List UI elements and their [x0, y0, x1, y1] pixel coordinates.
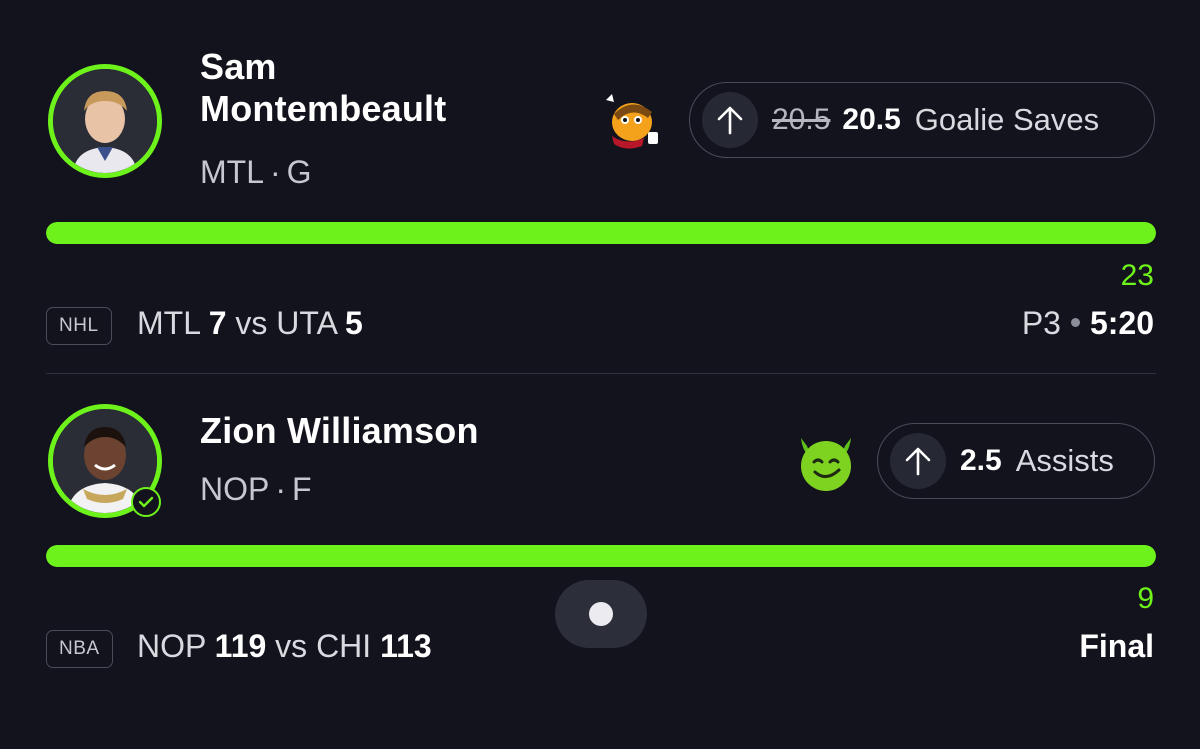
- arrow-up-icon: [890, 433, 946, 489]
- player-name: Zion Williamson: [200, 410, 479, 451]
- player-name-line1: Sam: [200, 46, 277, 87]
- player-team-position: NOP · F: [200, 471, 312, 507]
- away-team: CHI: [316, 628, 372, 664]
- home-score: 7: [208, 305, 227, 341]
- league-badge: NHL: [46, 307, 112, 345]
- player-card-2[interactable]: Zion Williamson NOP · F 2.5 Assists 9 NBA …: [0, 374, 1200, 749]
- player-team-position: MTL · G: [200, 154, 312, 190]
- player-name-line2: Montembeault: [200, 88, 447, 129]
- player-name: Sam Montembeault: [200, 46, 446, 130]
- progress-bar: [46, 545, 1156, 567]
- away-score: 5: [345, 305, 363, 341]
- game-score: MTL 7 vs UTA 5: [137, 305, 363, 341]
- progress-fill: [46, 222, 1156, 244]
- pick-pill[interactable]: 20.5 20.5 Goalie Saves: [689, 82, 1155, 158]
- arrow-up-icon: [702, 92, 758, 148]
- player-card-1[interactable]: Sam Montembeault MTL · G 20.5 20.5 Goalie …: [0, 0, 1200, 372]
- home-score: 119: [214, 628, 267, 664]
- meta-separator: ·: [275, 471, 286, 507]
- game-score: NOP 119 vs CHI 113: [137, 628, 432, 664]
- current-stat-value: 9: [1137, 582, 1154, 615]
- away-score: 113: [380, 628, 432, 664]
- floating-action-button[interactable]: [555, 580, 647, 648]
- player-position: F: [292, 471, 312, 507]
- game-status: Final: [1079, 628, 1154, 664]
- stat-type: Goalie Saves: [914, 102, 1100, 137]
- game-clock: P3 5:20: [1022, 305, 1154, 341]
- stat-type: Assists: [1015, 443, 1114, 478]
- away-team: UTA: [276, 305, 337, 341]
- vs-label: vs: [275, 628, 308, 664]
- home-team: NOP: [137, 628, 206, 664]
- check-circle-icon: [131, 487, 161, 517]
- current-stat-value: 23: [1120, 259, 1154, 292]
- vs-label: vs: [235, 305, 268, 341]
- pick-pill[interactable]: 2.5 Assists: [877, 423, 1155, 499]
- line-value: 2.5: [960, 444, 1002, 477]
- player-team: MTL: [200, 154, 264, 190]
- game-final-status: Final: [1079, 628, 1154, 664]
- meta-separator: ·: [270, 154, 281, 190]
- league-badge: NBA: [46, 630, 113, 668]
- player-position: G: [286, 154, 312, 190]
- player-avatar: [48, 64, 162, 178]
- line-value: 20.5: [842, 103, 901, 136]
- progress-fill: [46, 545, 1156, 567]
- game-time: 5:20: [1089, 305, 1154, 341]
- previous-line: 20.5: [772, 103, 831, 136]
- home-team: MTL: [137, 305, 200, 341]
- dot-icon: [589, 602, 613, 626]
- separator-dot: [1070, 318, 1080, 328]
- progress-bar: [46, 222, 1156, 244]
- player-team: NOP: [200, 471, 270, 507]
- taco-mascot-icon: [604, 92, 662, 157]
- game-period: P3: [1021, 305, 1061, 341]
- smiling-devil-icon: [795, 432, 857, 499]
